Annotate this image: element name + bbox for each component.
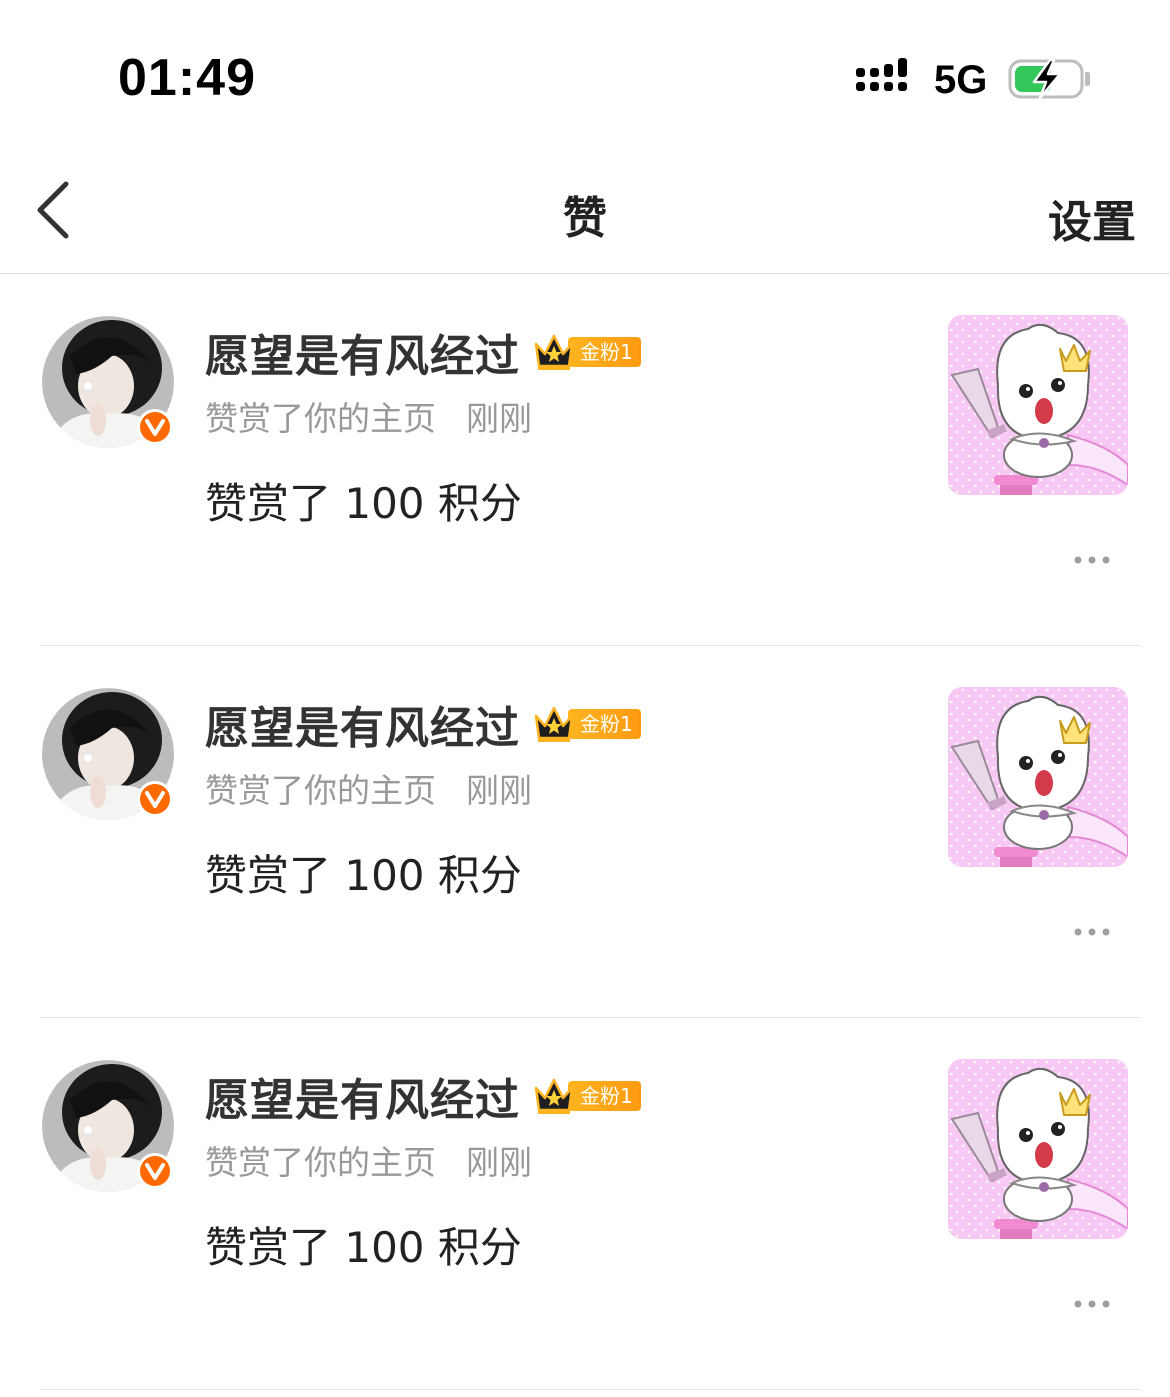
page-title: 赞 bbox=[563, 193, 607, 244]
fan-badge-label: 金粉1 bbox=[568, 337, 641, 367]
list-item[interactable]: 愿望是有风经过 金粉1 赞赏了你的主页 刚刚 赞赏了 100 积分 bbox=[0, 1018, 1170, 1390]
reward-content: 赞赏了 100 积分 bbox=[205, 479, 522, 528]
notification-meta: 赞赏了你的主页 刚刚 bbox=[205, 764, 532, 812]
network-label: 5G bbox=[934, 58, 988, 102]
avatar[interactable] bbox=[42, 316, 174, 448]
fan-badge-label: 金粉1 bbox=[568, 1081, 641, 1111]
notification-meta: 赞赏了你的主页 刚刚 bbox=[205, 1136, 532, 1184]
fan-badge: 金粉1 bbox=[532, 704, 642, 744]
timestamp: 刚刚 bbox=[466, 1143, 532, 1182]
signal-icon bbox=[856, 58, 907, 91]
reward-content: 赞赏了 100 积分 bbox=[205, 1223, 522, 1272]
username: 愿望是有风经过 bbox=[205, 1075, 520, 1126]
post-thumbnail[interactable] bbox=[948, 315, 1128, 495]
username: 愿望是有风经过 bbox=[205, 703, 520, 754]
more-options-button[interactable] bbox=[1072, 1294, 1112, 1314]
timestamp: 刚刚 bbox=[466, 771, 532, 810]
list-item[interactable]: 愿望是有风经过 金粉1 赞赏了你的主页 刚刚 赞赏了 100 积分 bbox=[0, 646, 1170, 1018]
verified-badge-icon bbox=[137, 409, 173, 445]
settings-button[interactable]: 设置 bbox=[1048, 186, 1136, 250]
username-row[interactable]: 愿望是有风经过 金粉1 bbox=[205, 324, 642, 382]
notification-meta: 赞赏了你的主页 刚刚 bbox=[205, 392, 532, 440]
nav-bar: 赞 设置 bbox=[0, 150, 1170, 274]
timestamp: 刚刚 bbox=[466, 399, 532, 438]
list-item[interactable]: 愿望是有风经过 金粉1 赞赏了你的主页 刚刚 赞赏了 100 积分 bbox=[0, 274, 1170, 646]
avatar[interactable] bbox=[42, 688, 174, 820]
post-thumbnail[interactable] bbox=[948, 687, 1128, 867]
more-options-button[interactable] bbox=[1072, 922, 1112, 942]
verified-badge-icon bbox=[137, 1153, 173, 1189]
username-row[interactable]: 愿望是有风经过 金粉1 bbox=[205, 696, 642, 754]
action-text: 赞赏了你的主页 bbox=[205, 1143, 436, 1182]
fan-badge-label: 金粉1 bbox=[568, 709, 641, 739]
reward-content: 赞赏了 100 积分 bbox=[205, 851, 522, 900]
verified-badge-icon bbox=[137, 781, 173, 817]
username-row[interactable]: 愿望是有风经过 金粉1 bbox=[205, 1068, 642, 1126]
fan-badge: 金粉1 bbox=[532, 1076, 642, 1116]
post-thumbnail[interactable] bbox=[948, 1059, 1128, 1239]
divider bbox=[40, 1389, 1140, 1390]
crown-icon bbox=[534, 706, 574, 742]
username: 愿望是有风经过 bbox=[205, 331, 520, 382]
fan-badge: 金粉1 bbox=[532, 332, 642, 372]
action-text: 赞赏了你的主页 bbox=[205, 399, 436, 438]
notification-list: 愿望是有风经过 金粉1 赞赏了你的主页 刚刚 赞赏了 100 积分 愿望是有风经… bbox=[0, 274, 1170, 1390]
status-bar: 01:49 5G bbox=[0, 0, 1170, 150]
action-text: 赞赏了你的主页 bbox=[205, 771, 436, 810]
crown-icon bbox=[534, 1078, 574, 1114]
battery-charging-icon bbox=[1008, 58, 1090, 100]
more-options-button[interactable] bbox=[1072, 550, 1112, 570]
status-time: 01:49 bbox=[118, 49, 256, 107]
avatar[interactable] bbox=[42, 1060, 174, 1192]
crown-icon bbox=[534, 334, 574, 370]
